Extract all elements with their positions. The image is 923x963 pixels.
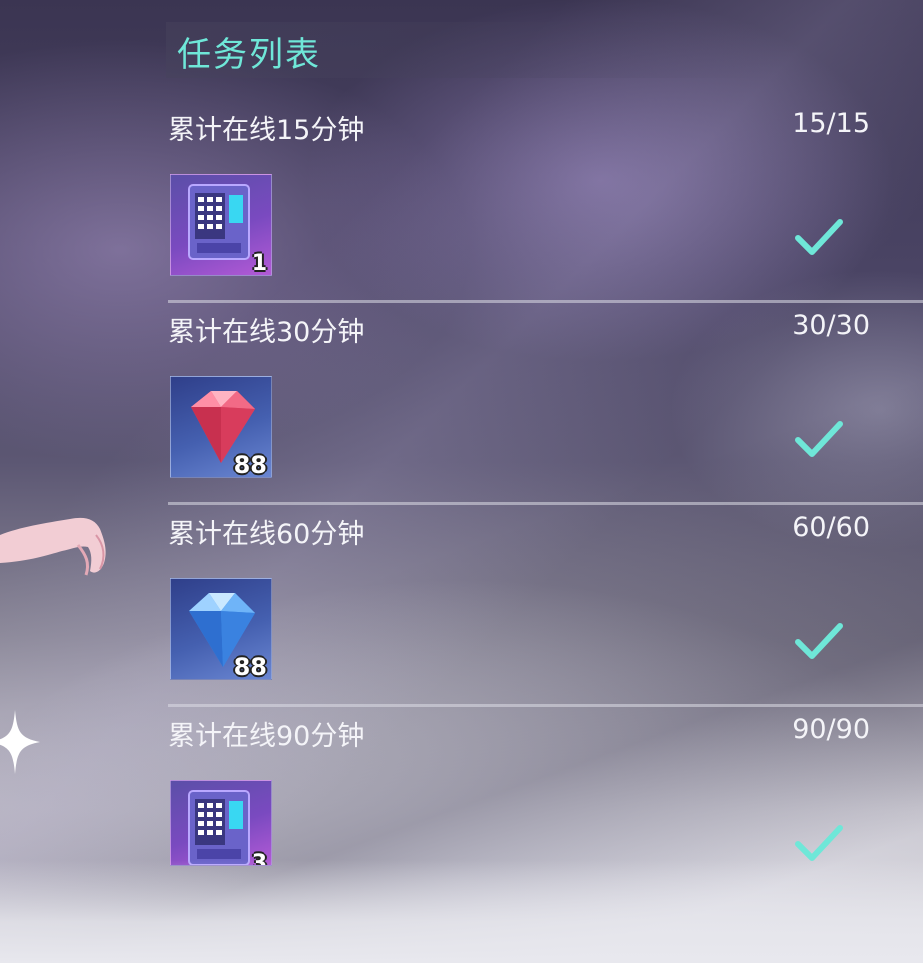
reward-slot[interactable]: 88 (170, 376, 272, 478)
panel-title: 任务列表 (177, 35, 321, 75)
task-row: 累计在线60分钟 60/60 88 (168, 506, 923, 708)
reward-count: 1 (251, 251, 267, 276)
task-label: 累计在线15分钟 (168, 115, 365, 146)
row-divider (168, 502, 923, 505)
task-progress: 15/15 (792, 108, 870, 139)
bottom-fade (0, 860, 923, 963)
reward-count: 88 (233, 653, 267, 680)
task-progress: 60/60 (792, 512, 870, 543)
checkmark-icon (795, 421, 843, 457)
task-label: 累计在线90分钟 (168, 721, 365, 752)
reward-count: 88 (233, 451, 267, 478)
task-progress: 90/90 (792, 714, 870, 745)
reward-slot[interactable]: 1 (170, 174, 272, 276)
checkmark-icon (795, 623, 843, 659)
row-divider (168, 300, 923, 303)
task-label: 累计在线30分钟 (168, 317, 365, 348)
checkmark-icon (795, 825, 843, 861)
reward-slot[interactable]: 88 (170, 578, 272, 680)
row-divider (168, 704, 923, 707)
reward-slot[interactable]: 3 (170, 780, 272, 866)
checkmark-icon (795, 219, 843, 255)
character-hand-decoration (0, 517, 106, 576)
task-label: 累计在线60分钟 (168, 519, 365, 550)
sparkle-decoration (0, 710, 40, 774)
task-row: 累计在线30分钟 30/30 88 (168, 304, 923, 506)
task-row: 累计在线15分钟 15/15 1 (168, 102, 923, 304)
task-progress: 30/30 (792, 310, 870, 341)
